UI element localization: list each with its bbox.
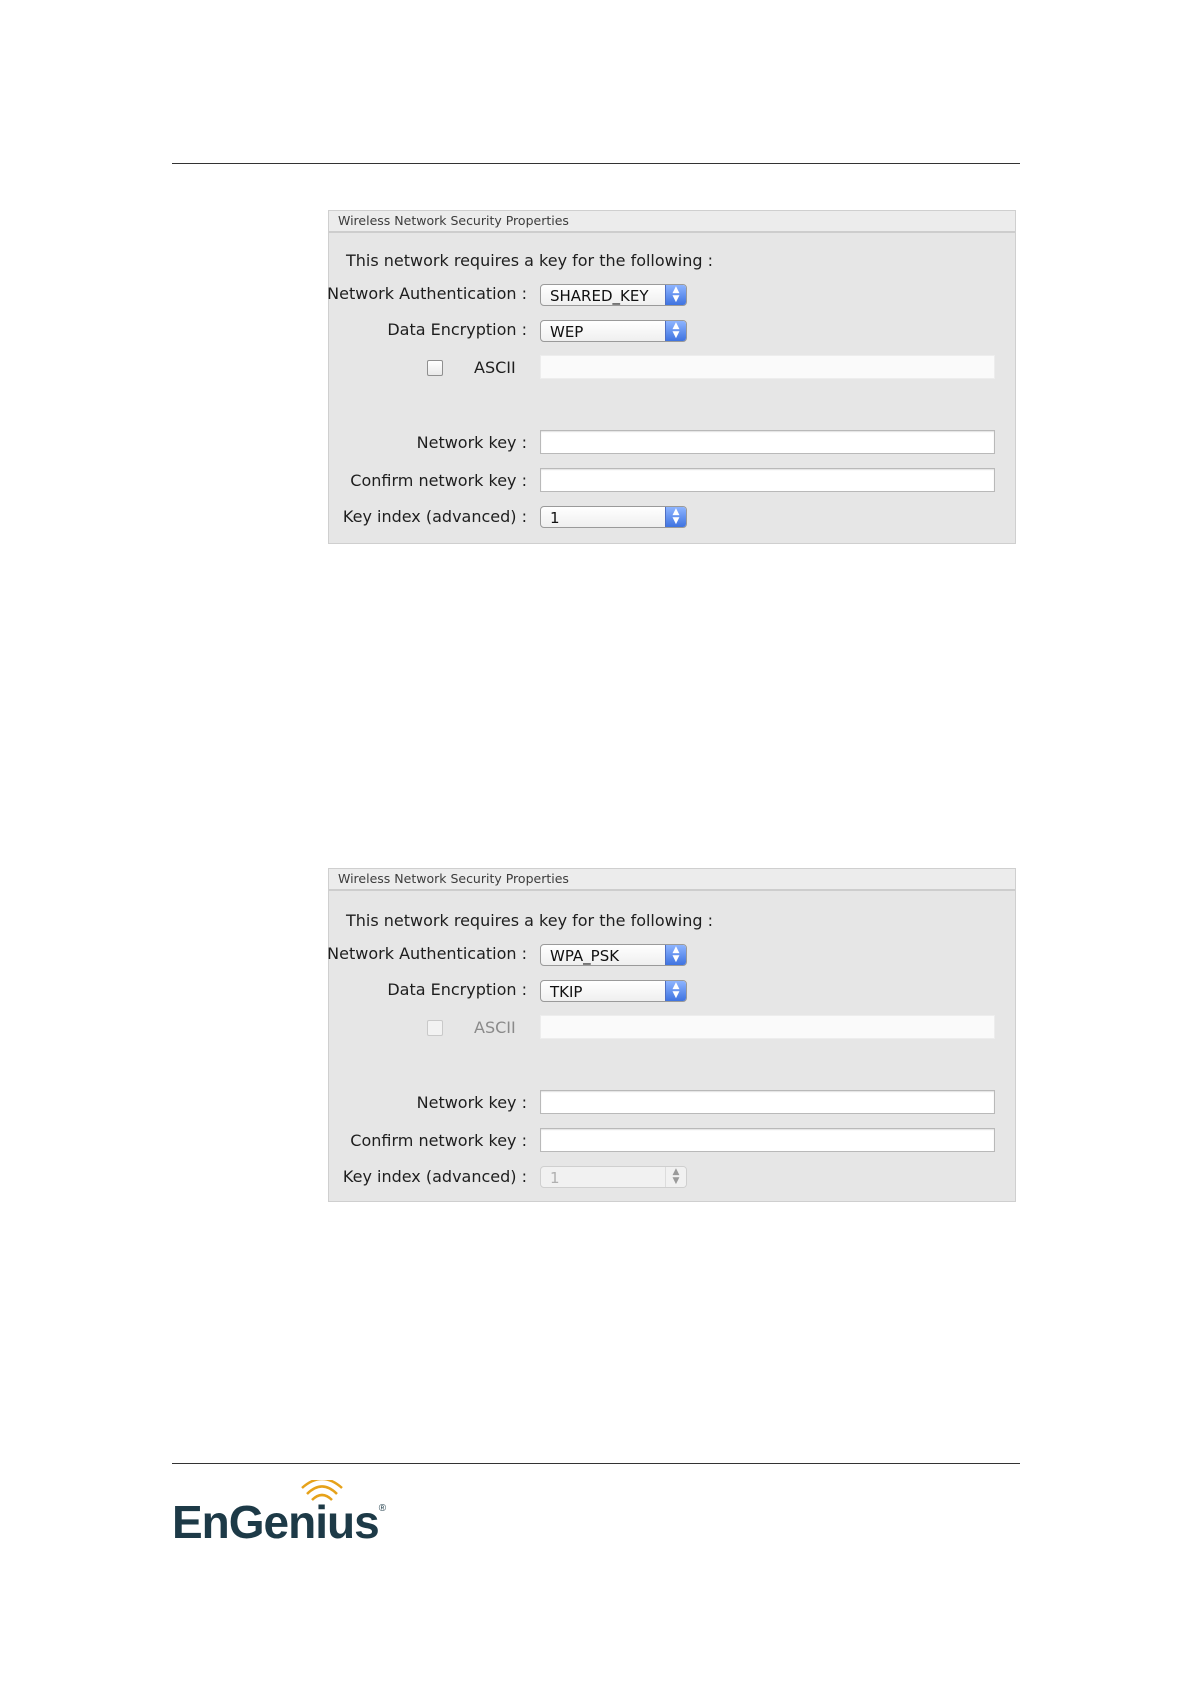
network-key-label: Network key : (416, 433, 527, 452)
network-key-input[interactable] (540, 430, 995, 454)
panel-body: This network requires a key for the foll… (327, 889, 1015, 1201)
updown-arrows-icon: ▲ ▼ (665, 945, 686, 965)
confirm-network-key-label: Confirm network key : (350, 1131, 527, 1150)
confirm-network-key-input[interactable] (540, 468, 995, 492)
data-encryption-value: TKIP (550, 983, 583, 1001)
key-index-value: 1 (550, 509, 560, 527)
security-properties-panel-1: Wireless Network Security Properties Thi… (327, 210, 1016, 544)
data-encryption-value: WEP (550, 323, 584, 341)
ascii-field (540, 1015, 995, 1039)
ascii-label: ASCII (474, 358, 516, 377)
footer-rule (172, 1463, 1020, 1464)
updown-arrows-icon: ▲ ▼ (665, 285, 686, 305)
data-encryption-label: Data Encryption : (387, 980, 527, 999)
network-key-input[interactable] (540, 1090, 995, 1114)
ascii-checkbox[interactable] (427, 360, 443, 376)
registered-mark: ® (378, 1503, 386, 1514)
confirm-network-key-label: Confirm network key : (350, 471, 527, 490)
data-encryption-label: Data Encryption : (387, 320, 527, 339)
intro-text: This network requires a key for the foll… (346, 911, 713, 930)
network-authentication-value: SHARED_KEY (550, 287, 649, 305)
network-key-label: Network key : (416, 1093, 527, 1112)
panel-body: This network requires a key for the foll… (327, 231, 1015, 543)
security-properties-panel-2: Wireless Network Security Properties Thi… (327, 868, 1016, 1202)
panel-title: Wireless Network Security Properties (329, 211, 1015, 231)
key-index-value: 1 (550, 1169, 560, 1187)
panel-title: Wireless Network Security Properties (329, 869, 1015, 889)
network-authentication-select[interactable]: WPA_PSK ▲ ▼ (540, 944, 687, 966)
data-encryption-select[interactable]: WEP ▲ ▼ (540, 320, 687, 342)
confirm-network-key-input[interactable] (540, 1128, 995, 1152)
network-authentication-label: Network Authentication : (327, 284, 527, 303)
header-rule (172, 163, 1020, 164)
updown-arrows-icon: ▲ ▼ (665, 321, 686, 341)
key-index-label: Key index (advanced) : (342, 507, 527, 526)
engenius-logo: EnGenius® (172, 1477, 392, 1554)
key-index-label: Key index (advanced) : (342, 1167, 527, 1186)
key-index-select: 1 ▲ ▼ (540, 1166, 687, 1188)
ascii-field (540, 355, 995, 379)
network-authentication-value: WPA_PSK (550, 947, 620, 965)
intro-text: This network requires a key for the foll… (346, 251, 713, 270)
updown-arrows-icon: ▲ ▼ (665, 507, 686, 527)
ascii-label: ASCII (474, 1018, 516, 1037)
updown-arrows-icon: ▲ ▼ (665, 981, 686, 1001)
ascii-checkbox (427, 1020, 443, 1036)
data-encryption-select[interactable]: TKIP ▲ ▼ (540, 980, 687, 1002)
key-index-select[interactable]: 1 ▲ ▼ (540, 506, 687, 528)
logo-text: EnGenius (172, 1496, 380, 1548)
updown-arrows-icon: ▲ ▼ (665, 1167, 686, 1187)
network-authentication-label: Network Authentication : (327, 944, 527, 963)
network-authentication-select[interactable]: SHARED_KEY ▲ ▼ (540, 284, 687, 306)
